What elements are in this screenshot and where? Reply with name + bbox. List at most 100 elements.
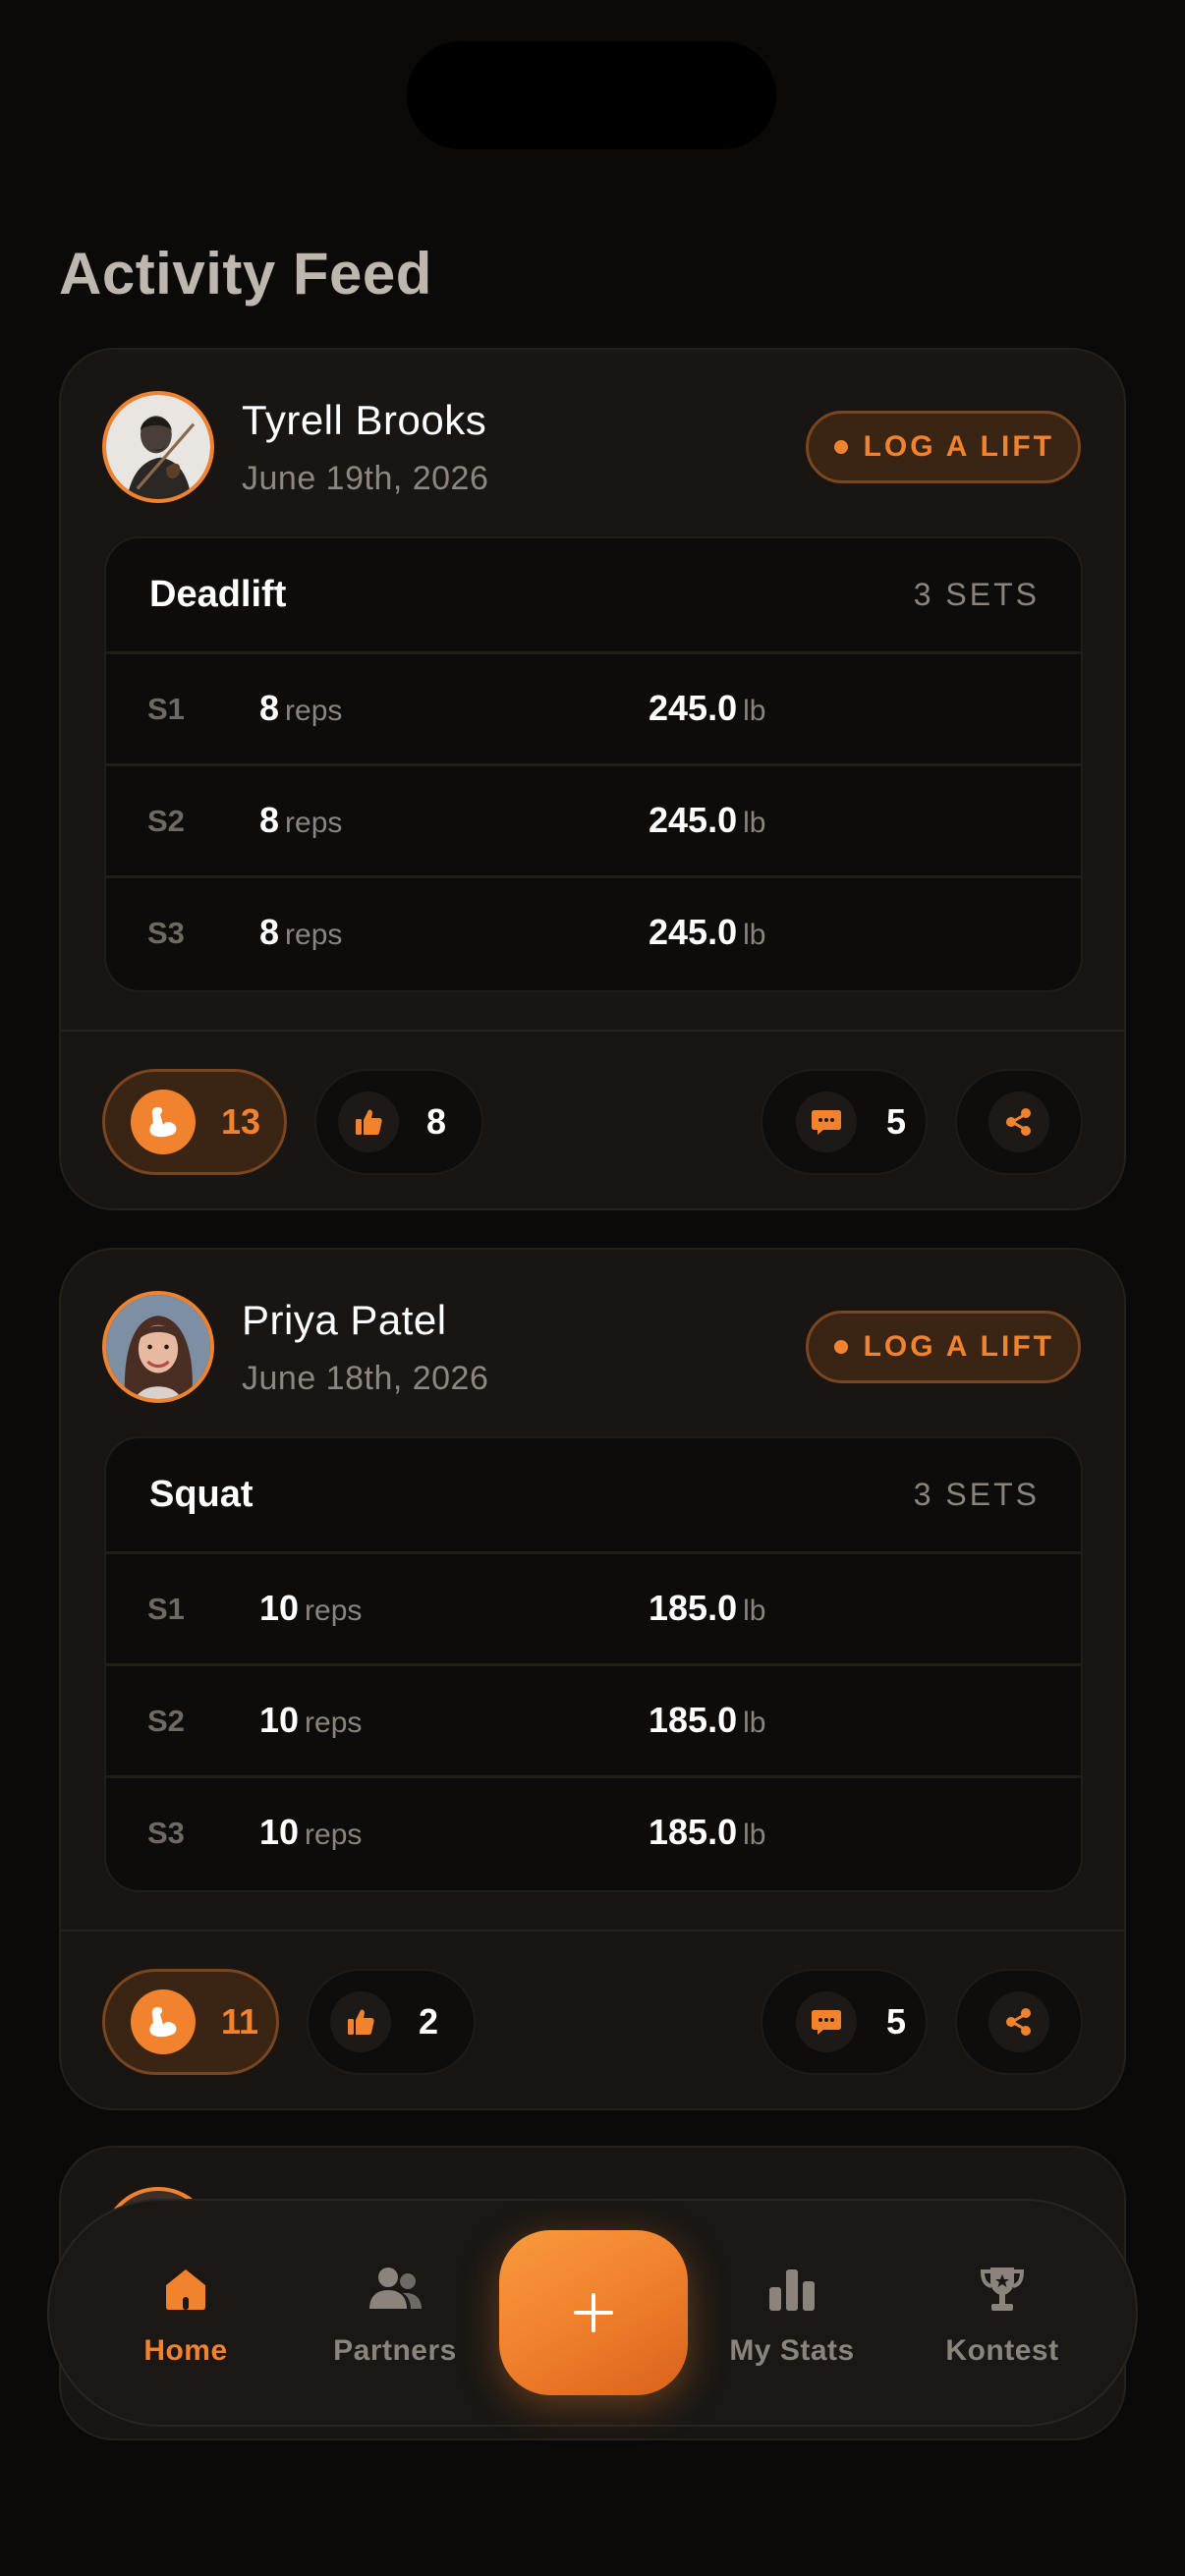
reps-unit: reps bbox=[305, 1595, 363, 1627]
tab-my-stats[interactable]: My Stats bbox=[694, 2258, 890, 2368]
share-button[interactable] bbox=[955, 1069, 1083, 1175]
tab-partners-label: Partners bbox=[333, 2334, 457, 2367]
reps-value: 8 bbox=[259, 800, 280, 840]
set-weight: 185.0 lb bbox=[649, 1812, 765, 1853]
reps-value: 10 bbox=[259, 1812, 300, 1852]
weight-value: 185.0 bbox=[649, 1588, 738, 1628]
comment-button[interactable]: 5 bbox=[761, 1069, 928, 1175]
avatar[interactable] bbox=[102, 391, 214, 503]
log-a-lift-button[interactable]: LOG A LIFT bbox=[805, 1311, 1081, 1383]
sets-count: 3 SETS bbox=[913, 577, 1040, 612]
weight-unit: lb bbox=[743, 1819, 766, 1851]
weight-unit: lb bbox=[743, 695, 766, 727]
avatar[interactable] bbox=[102, 1291, 214, 1403]
avatar-photo bbox=[106, 1295, 210, 1399]
user-name[interactable]: Tyrell Brooks bbox=[242, 397, 486, 444]
set-label: S3 bbox=[147, 916, 185, 950]
reps-unit: reps bbox=[285, 807, 343, 839]
share-button[interactable] bbox=[955, 1969, 1083, 2075]
lift-table: Squat 3 SETS S1 10 reps 185.0 lb S2 10 reps… bbox=[104, 1436, 1083, 1892]
set-reps: 10 reps bbox=[259, 1812, 362, 1853]
set-label: S1 bbox=[147, 1592, 185, 1626]
set-reps: 8 reps bbox=[259, 688, 342, 729]
log-a-lift-button[interactable]: LOG A LIFT bbox=[805, 411, 1081, 483]
weight-unit: lb bbox=[743, 1595, 766, 1627]
reps-unit: reps bbox=[285, 919, 343, 951]
set-label: S2 bbox=[147, 804, 185, 838]
set-row: S3 10 reps 185.0 lb bbox=[106, 1778, 1081, 1890]
set-row: S3 8 reps 245.0 lb bbox=[106, 878, 1081, 990]
divider bbox=[61, 1030, 1124, 1032]
lift-header: Deadlift 3 SETS bbox=[106, 538, 1081, 654]
weight-unit: lb bbox=[743, 1707, 766, 1739]
set-weight: 245.0 lb bbox=[649, 800, 765, 841]
thumbs-up-icon bbox=[330, 1991, 391, 2052]
flex-count: 13 bbox=[221, 1101, 261, 1142]
set-weight: 185.0 lb bbox=[649, 1700, 765, 1741]
thumbs-up-icon bbox=[338, 1092, 399, 1152]
comment-icon bbox=[796, 1092, 857, 1152]
feed-post: Tyrell Brooks June 19th, 2026 LOG A LIFT… bbox=[59, 348, 1126, 1210]
reps-value: 10 bbox=[259, 1700, 300, 1740]
log-a-lift-label: LOG A LIFT bbox=[863, 430, 1054, 463]
sets-count: 3 SETS bbox=[913, 1477, 1040, 1512]
bar-chart-icon bbox=[694, 2258, 890, 2321]
weight-unit: lb bbox=[743, 919, 766, 951]
weight-value: 185.0 bbox=[649, 1700, 738, 1740]
tab-home[interactable]: Home bbox=[87, 2258, 284, 2368]
set-reps: 8 reps bbox=[259, 800, 342, 841]
reps-unit: reps bbox=[305, 1819, 363, 1851]
divider bbox=[61, 1930, 1124, 1932]
lift-name: Squat bbox=[149, 1474, 254, 1515]
weight-value: 245.0 bbox=[649, 800, 738, 840]
trophy-icon bbox=[904, 2258, 1100, 2321]
post-date: June 18th, 2026 bbox=[242, 1360, 489, 1397]
comment-button[interactable]: 5 bbox=[761, 1969, 928, 2075]
camera-notch bbox=[407, 41, 776, 149]
set-weight: 245.0 lb bbox=[649, 688, 765, 729]
set-row: S2 10 reps 185.0 lb bbox=[106, 1666, 1081, 1778]
flex-reaction-button[interactable]: 11 bbox=[102, 1969, 279, 2075]
reps-unit: reps bbox=[285, 695, 343, 727]
reps-unit: reps bbox=[305, 1707, 363, 1739]
reps-value: 10 bbox=[259, 1588, 300, 1628]
set-label: S3 bbox=[147, 1816, 185, 1850]
add-workout-button[interactable] bbox=[499, 2230, 688, 2395]
like-button[interactable]: 2 bbox=[307, 1969, 476, 2075]
set-row: S1 8 reps 245.0 lb bbox=[106, 654, 1081, 766]
comment-count: 5 bbox=[886, 2001, 907, 2042]
flex-reaction-button[interactable]: 13 bbox=[102, 1069, 287, 1175]
set-weight: 245.0 lb bbox=[649, 912, 765, 953]
weight-value: 245.0 bbox=[649, 688, 738, 728]
post-date: June 19th, 2026 bbox=[242, 460, 489, 497]
bottom-tab-bar: Home Partners My Stats Kontest bbox=[47, 2199, 1138, 2427]
comment-count: 5 bbox=[886, 1101, 907, 1142]
set-reps: 8 reps bbox=[259, 912, 342, 953]
page-title: Activity Feed bbox=[59, 241, 432, 307]
plus-icon bbox=[574, 2293, 613, 2332]
users-icon bbox=[297, 2258, 493, 2321]
tab-partners[interactable]: Partners bbox=[297, 2258, 493, 2368]
tab-my-stats-label: My Stats bbox=[729, 2334, 855, 2367]
tab-kontest[interactable]: Kontest bbox=[904, 2258, 1100, 2368]
dot-icon bbox=[833, 440, 848, 454]
dot-icon bbox=[833, 1340, 848, 1354]
reps-value: 8 bbox=[259, 688, 280, 728]
like-count: 8 bbox=[426, 1101, 447, 1142]
set-label: S1 bbox=[147, 692, 185, 726]
lift-table: Deadlift 3 SETS S1 8 reps 245.0 lb S2 8 rep… bbox=[104, 536, 1083, 992]
like-count: 2 bbox=[419, 2001, 439, 2042]
like-button[interactable]: 8 bbox=[314, 1069, 483, 1175]
share-icon bbox=[988, 1991, 1049, 2052]
tab-kontest-label: Kontest bbox=[945, 2334, 1059, 2367]
screen: Activity Feed Tyrell Brooks June 19th, 2… bbox=[0, 0, 1185, 2576]
tab-home-label: Home bbox=[143, 2334, 228, 2367]
comment-icon bbox=[796, 1991, 857, 2052]
set-row: S2 8 reps 245.0 lb bbox=[106, 766, 1081, 878]
lift-name: Deadlift bbox=[149, 574, 287, 615]
reps-value: 8 bbox=[259, 912, 280, 952]
home-icon bbox=[87, 2258, 284, 2321]
feed-post: Priya Patel June 18th, 2026 LOG A LIFT S… bbox=[59, 1248, 1126, 2110]
user-name[interactable]: Priya Patel bbox=[242, 1297, 447, 1344]
lift-header: Squat 3 SETS bbox=[106, 1438, 1081, 1554]
